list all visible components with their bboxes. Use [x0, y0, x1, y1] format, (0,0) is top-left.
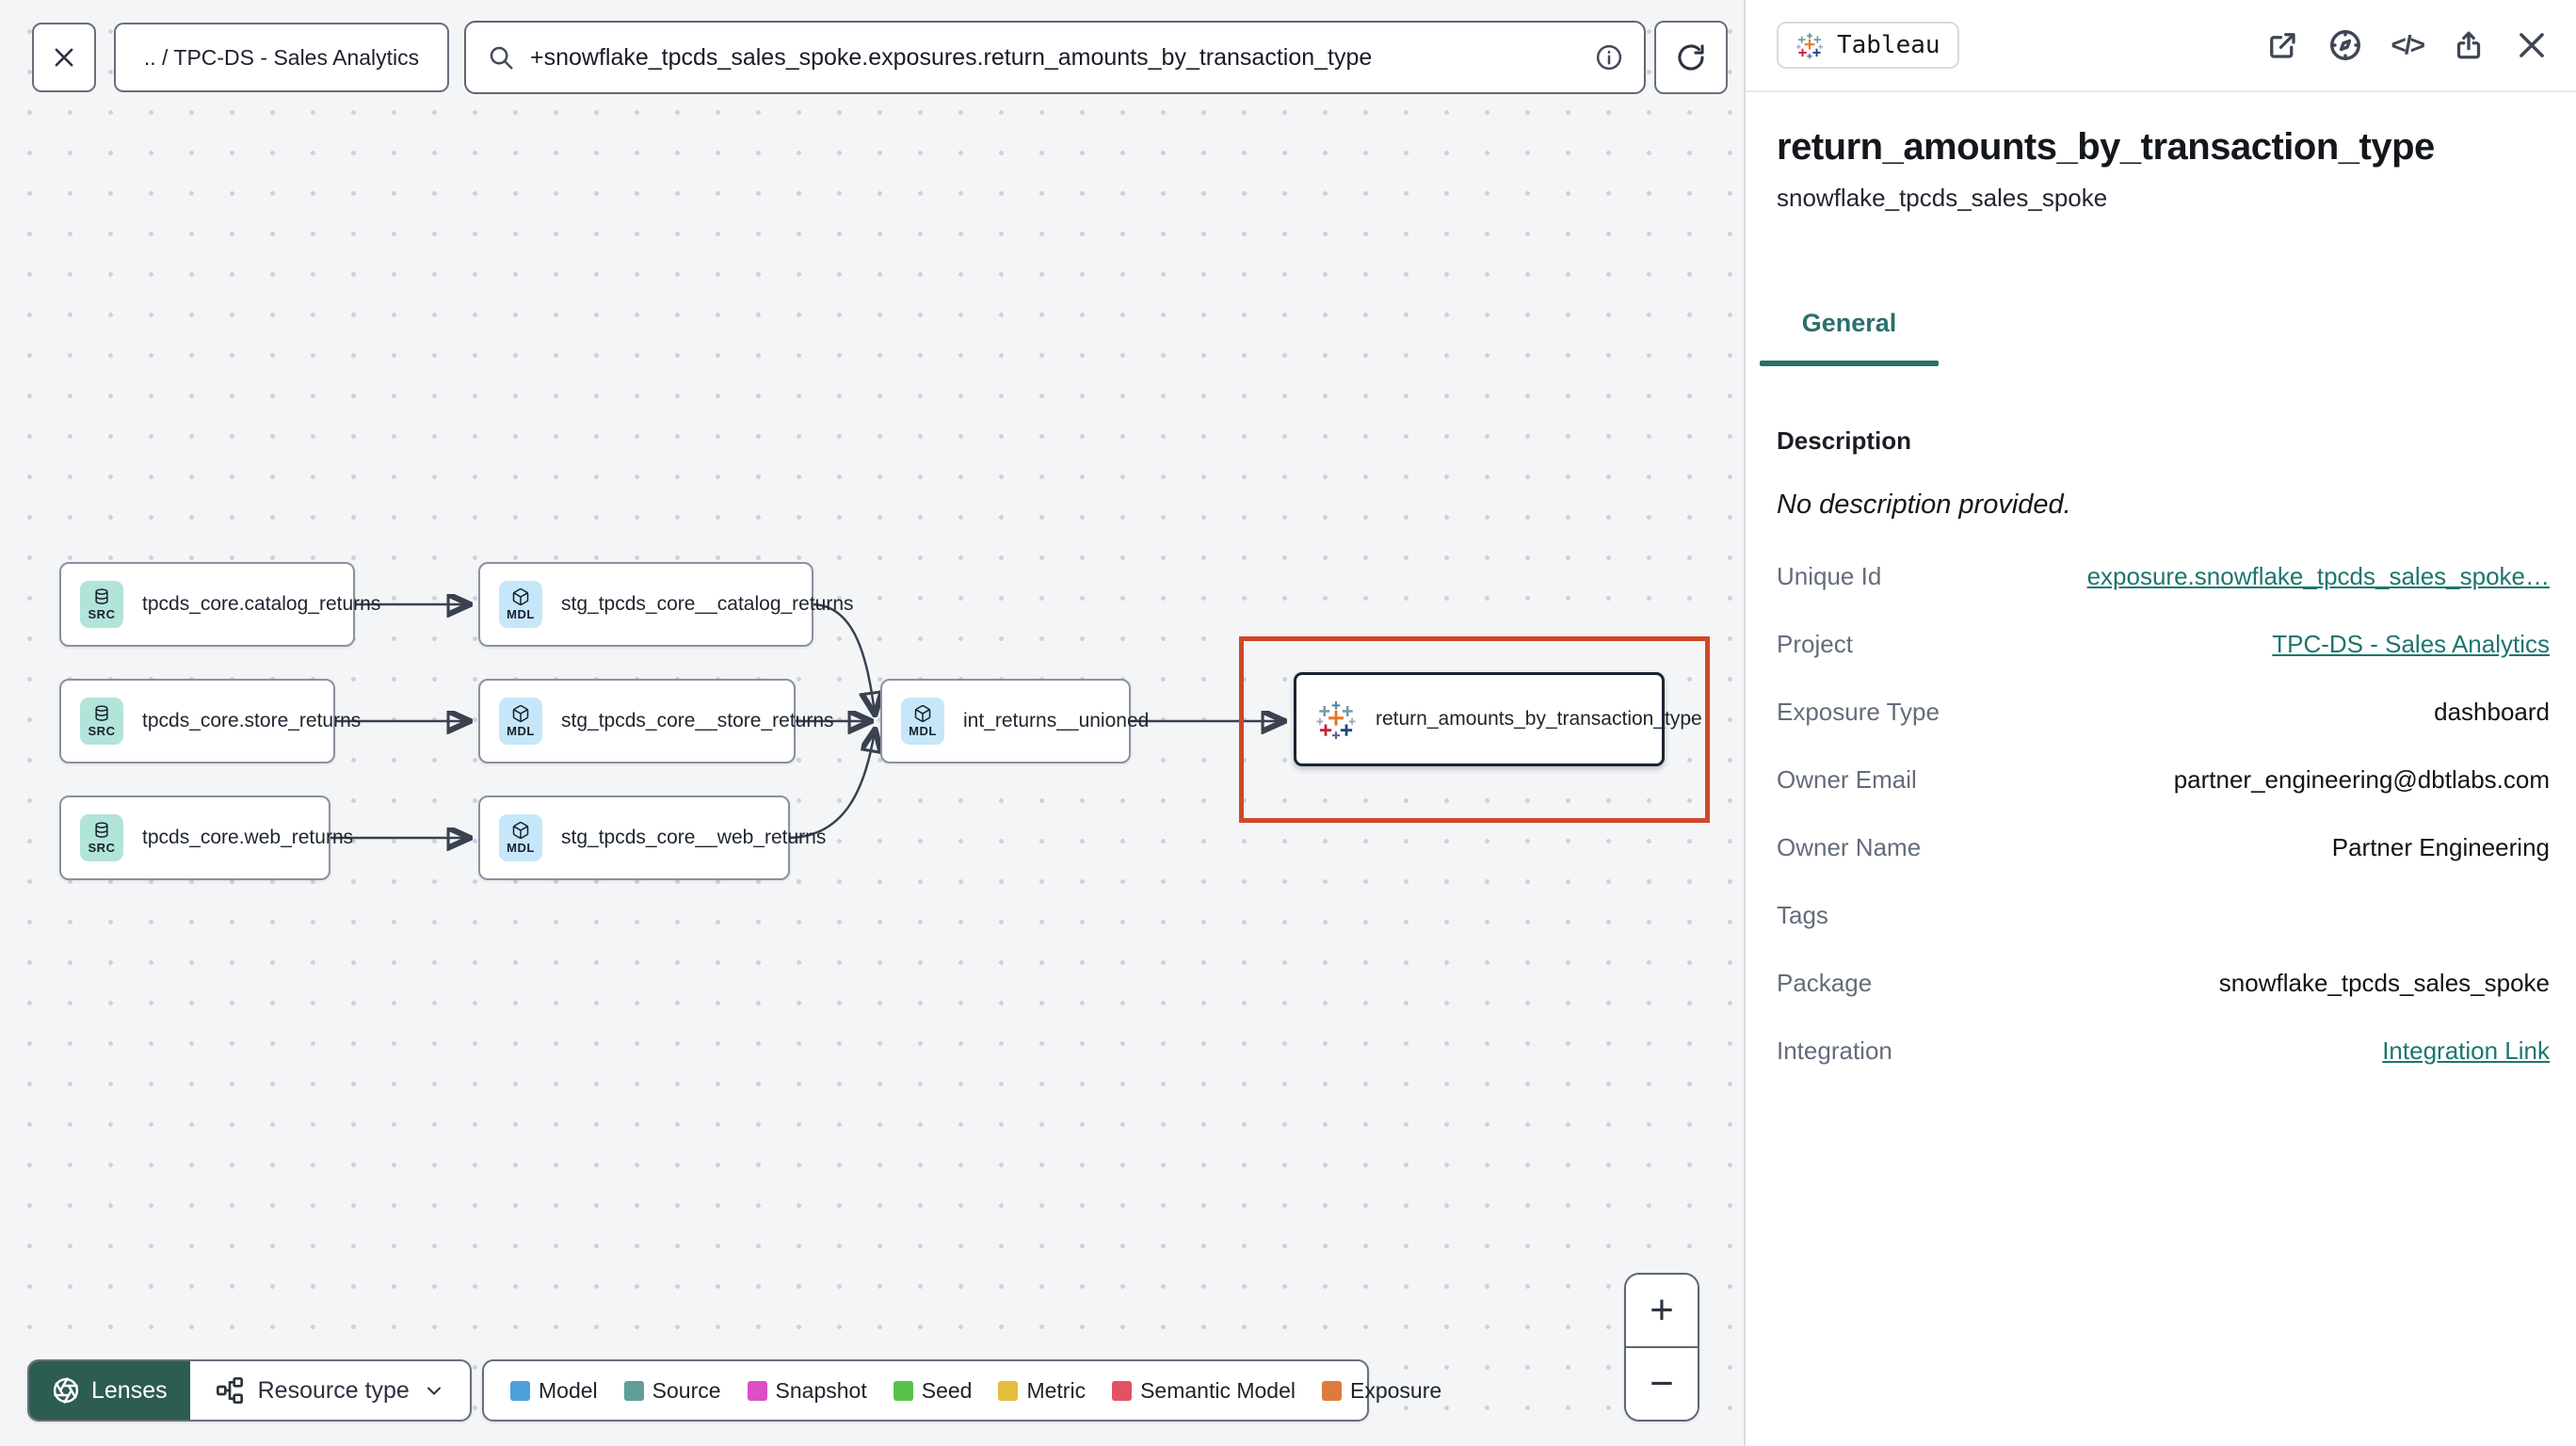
page-title: return_amounts_by_transaction_type — [1777, 126, 2435, 168]
database-icon — [95, 588, 108, 604]
open-external-icon[interactable] — [2265, 28, 2299, 62]
legend-item-semantic-model: Semantic Model — [1112, 1378, 1296, 1404]
resource-legend: Model Source Snapshot Seed Metric Semant… — [482, 1359, 1441, 1422]
model-badge: MDL — [499, 698, 542, 745]
search-input[interactable] — [530, 43, 1580, 72]
model-badge: MDL — [499, 814, 542, 861]
database-icon — [95, 822, 108, 838]
node-model-stg-catalog-returns[interactable]: MDL stg_tpcds_core__catalog_returns — [478, 562, 854, 647]
legend-item-source: Source — [623, 1378, 721, 1404]
field-list: Unique Id exposure.snowflake_tpcds_sales… — [1777, 562, 2550, 1067]
model-badge: MDL — [499, 581, 542, 628]
app-root: SRC tpcds_core.catalog_returns SRC tpcds… — [0, 0, 2576, 1446]
active-tab-indicator — [1760, 361, 1939, 366]
source-badge: SRC — [80, 814, 123, 861]
node-label: tpcds_core.store_returns — [142, 710, 362, 731]
cube-icon — [512, 704, 529, 723]
node-model-int-returns-unioned[interactable]: MDL int_returns__unioned — [880, 679, 1149, 763]
close-icon — [55, 48, 73, 67]
lineage-canvas[interactable]: SRC tpcds_core.catalog_returns SRC tpcds… — [0, 0, 1744, 1446]
model-color-swatch — [510, 1380, 530, 1401]
lineage-search — [464, 21, 1646, 94]
node-label: stg_tpcds_core__catalog_returns — [561, 593, 854, 615]
field-row-project: Project TPC-DS - Sales Analytics — [1777, 630, 2550, 659]
node-source-catalog-returns[interactable]: SRC tpcds_core.catalog_returns — [59, 562, 380, 647]
aperture-icon — [53, 1377, 79, 1404]
description-value: No description provided. — [1777, 490, 2071, 520]
info-icon[interactable] — [1595, 43, 1623, 72]
model-badge: MDL — [901, 698, 944, 745]
node-label: tpcds_core.web_returns — [142, 827, 354, 848]
field-row-exposure-type: Exposure Type dashboard — [1777, 698, 2550, 726]
zoom-out-button[interactable]: − — [1626, 1348, 1698, 1420]
metric-color-swatch — [998, 1380, 1019, 1401]
lineage-controls: Lenses Resource type — [27, 1359, 472, 1422]
refresh-icon — [1678, 44, 1704, 71]
search-icon — [487, 43, 515, 72]
field-row-integration: Integration Integration Link — [1777, 1036, 2550, 1066]
cube-icon — [512, 821, 529, 840]
chevron-down-icon — [427, 1387, 441, 1395]
source-badge: SRC — [80, 698, 123, 745]
share-icon[interactable] — [2452, 28, 2486, 62]
legend-item-model: Model — [510, 1378, 598, 1404]
legend-item-metric: Metric — [998, 1378, 1086, 1404]
tableau-badge: Tableau — [1777, 22, 1959, 69]
tableau-icon — [1316, 701, 1356, 740]
node-label: stg_tpcds_core__store_returns — [561, 710, 834, 731]
field-row-unique-id: Unique Id exposure.snowflake_tpcds_sales… — [1777, 562, 2550, 591]
unique-id-link[interactable]: exposure.snowflake_tpcds_sales_spoke… — [2087, 562, 2550, 591]
snapshot-color-swatch — [747, 1380, 767, 1401]
legend-item-snapshot: Snapshot — [747, 1378, 867, 1404]
panel-tabs: General — [1746, 309, 2576, 366]
node-model-stg-web-returns[interactable]: MDL stg_tpcds_core__web_returns — [478, 795, 826, 880]
zoom-in-button[interactable]: + — [1626, 1275, 1698, 1348]
resource-type-dropdown[interactable]: Resource type — [190, 1361, 470, 1420]
panel-header: Tableau </> — [1746, 0, 2576, 92]
node-source-web-returns[interactable]: SRC tpcds_core.web_returns — [59, 795, 353, 880]
details-panel: Tableau </> return_amounts_by_transactio… — [1744, 0, 2576, 1446]
cube-icon — [512, 587, 529, 606]
node-label: int_returns__unioned — [963, 710, 1150, 731]
close-panel-icon[interactable] — [2514, 27, 2550, 63]
hierarchy-icon — [216, 1377, 243, 1404]
explore-compass-icon[interactable] — [2327, 27, 2363, 63]
legend-item-exposure: Exposure — [1322, 1378, 1441, 1404]
panel-header-actions: </> — [2265, 27, 2550, 63]
code-icon[interactable]: </> — [2391, 30, 2426, 60]
node-label: tpcds_core.catalog_returns — [142, 593, 381, 615]
source-badge: SRC — [80, 581, 123, 628]
package-subtitle: snowflake_tpcds_sales_spoke — [1777, 184, 2108, 212]
node-source-store-returns[interactable]: SRC tpcds_core.store_returns — [59, 679, 361, 763]
close-lineage-button[interactable] — [32, 23, 96, 92]
description-label: Description — [1777, 426, 1912, 455]
field-row-owner-name: Owner Name Partner Engineering — [1777, 833, 2550, 861]
node-label: return_amounts_by_transaction_type — [1376, 708, 1702, 730]
tab-general[interactable]: General — [1760, 309, 1939, 366]
exposure-color-swatch — [1322, 1380, 1342, 1401]
lenses-button[interactable]: Lenses — [29, 1361, 190, 1420]
refresh-button[interactable] — [1654, 21, 1728, 94]
legend-item-seed: Seed — [893, 1378, 972, 1404]
field-row-package: Package snowflake_tpcds_sales_spoke — [1777, 969, 2550, 997]
source-color-swatch — [623, 1380, 644, 1401]
semantic-model-color-swatch — [1112, 1380, 1133, 1401]
cube-icon — [914, 704, 931, 723]
node-model-stg-store-returns[interactable]: MDL stg_tpcds_core__store_returns — [478, 679, 834, 763]
field-row-tags: Tags — [1777, 901, 1828, 929]
zoom-controls: + − — [1624, 1273, 1699, 1422]
field-row-owner-email: Owner Email partner_engineering@dbtlabs.… — [1777, 765, 2550, 794]
breadcrumb[interactable]: .. / TPC-DS - Sales Analytics — [114, 23, 449, 92]
tableau-icon — [1796, 33, 1823, 59]
panel-body: return_amounts_by_transaction_type snowf… — [1746, 126, 2576, 1067]
node-exposure-return-amounts[interactable]: return_amounts_by_transaction_type — [1294, 672, 1702, 766]
node-label: stg_tpcds_core__web_returns — [561, 827, 827, 848]
project-link[interactable]: TPC-DS - Sales Analytics — [2272, 630, 2550, 659]
seed-color-swatch — [893, 1380, 913, 1401]
integration-link[interactable]: Integration Link — [2382, 1036, 2550, 1066]
database-icon — [95, 705, 108, 721]
